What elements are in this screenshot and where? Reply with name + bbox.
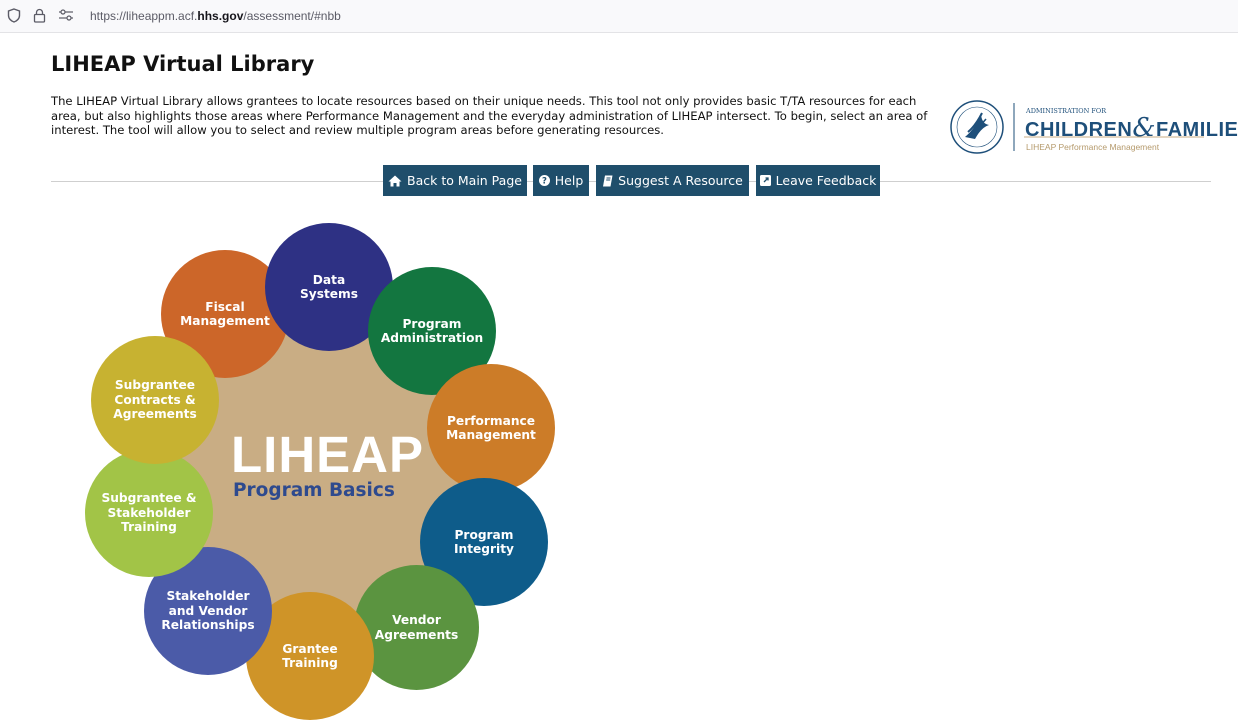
area-performance-management[interactable]: Performance Management <box>427 364 555 492</box>
area-label: Data Systems <box>299 272 359 302</box>
area-label: Subgrantee Contracts & Agreements <box>113 378 197 422</box>
area-vendor-agreements[interactable]: Vendor Agreements <box>354 565 479 690</box>
question-circle-icon: ? <box>538 175 550 186</box>
suggest-resource-label: Suggest A Resource <box>618 173 743 188</box>
area-label: Subgrantee & Stakeholder Training <box>101 491 197 535</box>
book-icon <box>603 175 613 186</box>
logo-ampersand: & <box>1132 113 1156 143</box>
area-label: Performance Management <box>446 413 536 443</box>
browser-url-bar: https://liheappm.acf.hhs.gov/assessment/… <box>0 0 1238 33</box>
leave-feedback-button[interactable]: Leave Feedback <box>756 165 880 196</box>
url-host: hhs.gov <box>197 9 244 23</box>
leave-feedback-label: Leave Feedback <box>775 173 877 188</box>
help-label: Help <box>554 173 584 188</box>
page-title: LIHEAP Virtual Library <box>51 52 315 76</box>
area-label: Vendor Agreements <box>374 613 459 642</box>
logo-families: FAMILIES <box>1156 119 1238 141</box>
logo-tagline: LIHEAP Performance Management <box>1026 142 1160 152</box>
permissions-icon[interactable] <box>57 6 75 24</box>
wheel-center-subtitle: Program Basics <box>233 480 395 501</box>
lock-icon[interactable] <box>30 6 48 24</box>
shield-icon[interactable] <box>5 6 23 24</box>
url-path: /assessment/#nbb <box>243 9 341 23</box>
area-label: Program Administration <box>380 316 484 346</box>
back-to-main-label: Back to Main Page <box>407 173 522 188</box>
area-label: Grantee Training <box>282 641 338 671</box>
external-link-icon <box>759 175 771 186</box>
acf-logo: ADMINISTRATION FOR CHILDREN&FAMILIES LIH… <box>948 97 1238 157</box>
area-subgrantee-stakeholder-training[interactable]: Subgrantee & Stakeholder Training <box>85 449 213 577</box>
wheel-center-title: LIHEAP <box>231 426 425 483</box>
area-label: Fiscal Management <box>180 299 270 329</box>
back-to-main-button[interactable]: Back to Main Page <box>383 165 527 196</box>
intro-text: The LIHEAP Virtual Library allows grante… <box>51 94 928 137</box>
logo-name: CHILDREN&FAMILIES <box>1025 113 1238 143</box>
suggest-resource-button[interactable]: Suggest A Resource <box>596 165 749 196</box>
area-label: Stakeholder and Vendor Relationships <box>161 589 255 633</box>
home-icon <box>388 175 402 186</box>
url-prefix: https://liheappm.acf. <box>90 9 198 23</box>
area-label: Program Integrity <box>454 527 514 557</box>
help-button[interactable]: ? Help <box>533 165 589 196</box>
svg-text:?: ? <box>542 177 547 186</box>
area-subgrantee-contracts-agreements[interactable]: Subgrantee Contracts & Agreements <box>91 336 219 464</box>
logo-children: CHILDREN <box>1025 119 1133 141</box>
url-text[interactable]: https://liheappm.acf.hhs.gov/assessment/… <box>90 9 341 23</box>
